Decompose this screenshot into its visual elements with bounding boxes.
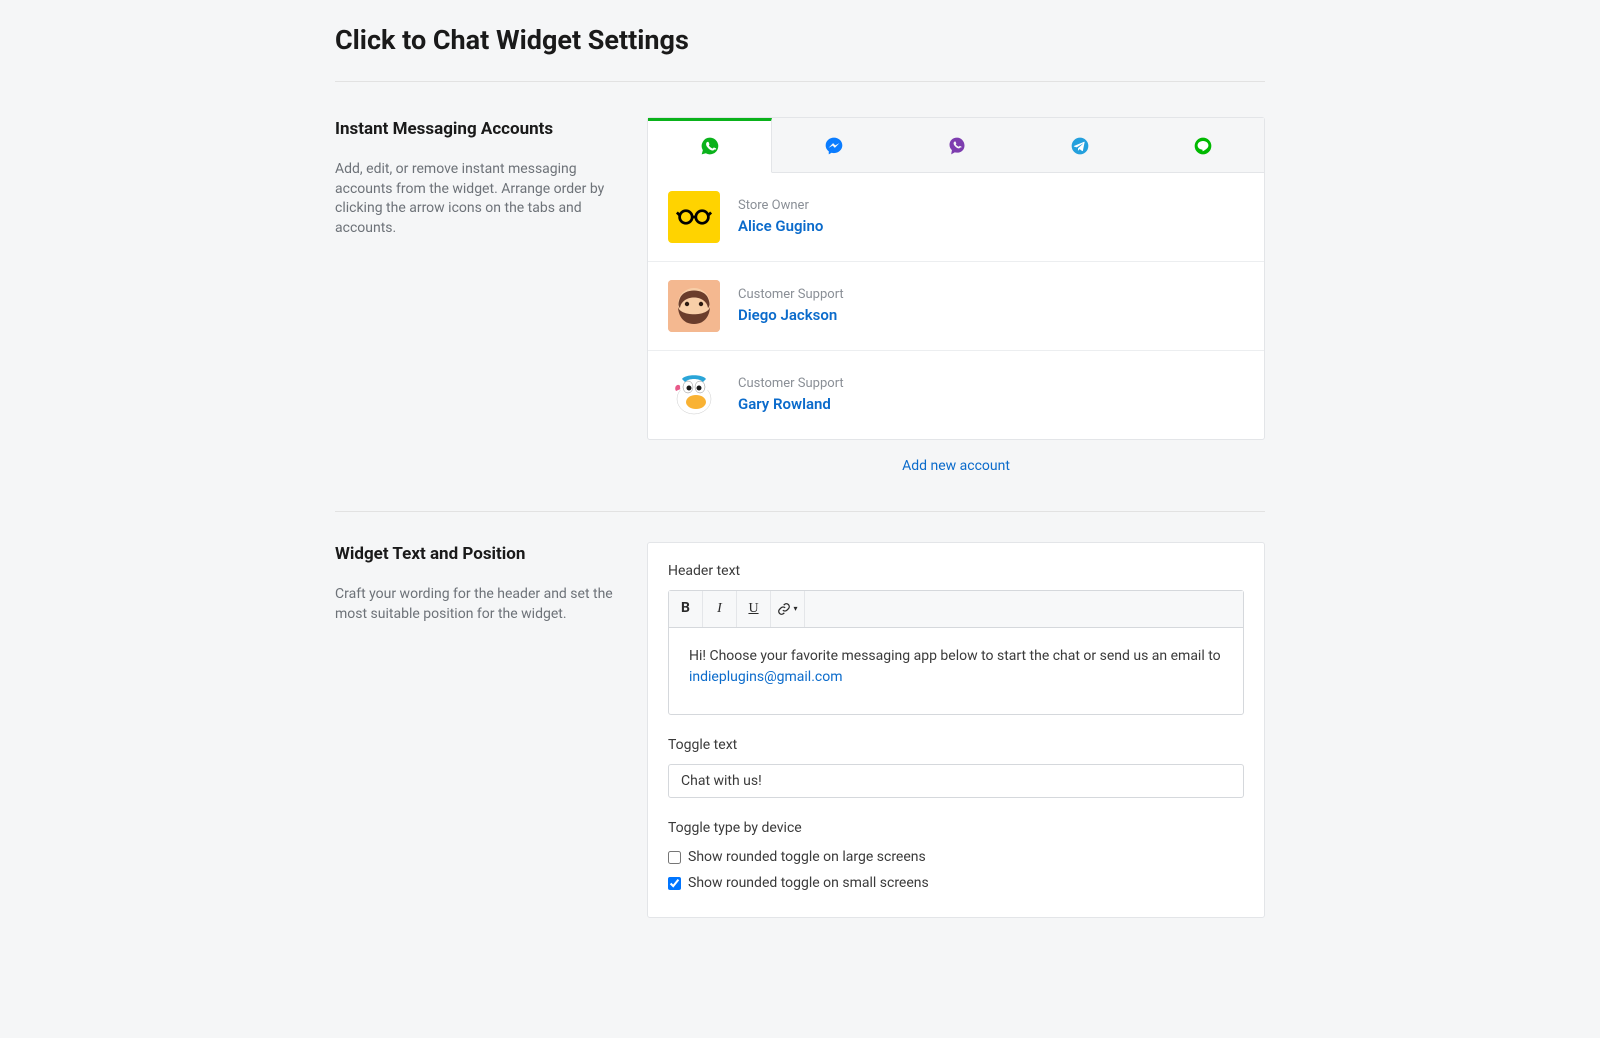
checkbox-small-row[interactable]: Show rounded toggle on small screens [668,873,1244,894]
account-role: Customer Support [738,374,844,394]
tab-viber[interactable] [895,118,1018,173]
toggle-text-label: Toggle text [668,735,1244,756]
toggle-type-label: Toggle type by device [668,818,1244,839]
whatsapp-icon [700,136,720,156]
avatar [668,369,720,421]
toggle-text-input[interactable] [668,764,1244,798]
link-icon [777,602,791,616]
widget-text-description: Craft your wording for the header and se… [335,585,615,624]
widget-text-heading: Widget Text and Position [335,542,615,568]
header-text-content[interactable]: Hi! Choose your favorite messaging app b… [669,628,1243,714]
checkbox-small-label: Show rounded toggle on small screens [688,873,929,894]
dropdown-caret-icon: ▾ [793,603,797,615]
channel-tabs [648,118,1264,173]
checkbox-small-screens[interactable] [668,877,681,890]
accounts-panel: Store Owner Alice Gugino [647,117,1265,440]
header-text-label: Header text [668,561,1244,582]
underline-button[interactable]: U [737,591,771,627]
messenger-icon [824,136,844,156]
account-name: Alice Gugino [738,215,823,238]
checkbox-large-row[interactable]: Show rounded toggle on large screens [668,847,1244,868]
accounts-description: Add, edit, or remove instant messaging a… [335,160,615,238]
account-row[interactable]: Store Owner Alice Gugino [648,173,1264,262]
account-row[interactable]: Customer Support Gary Rowland [648,351,1264,439]
account-role: Store Owner [738,196,823,216]
widget-text-panel: Header text B I U ▾ [647,542,1265,918]
bold-button[interactable]: B [669,591,703,627]
header-text-value: Hi! Choose your favorite messaging app b… [689,648,1221,664]
link-button[interactable]: ▾ [771,591,805,627]
add-account-link[interactable]: Add new account [647,440,1265,481]
section-accounts: Instant Messaging Accounts Add, edit, or… [335,117,1265,512]
section-widget-text: Widget Text and Position Craft your word… [335,542,1265,948]
checkbox-large-label: Show rounded toggle on large screens [688,847,926,868]
editor-toolbar: B I U ▾ [669,591,1243,628]
tab-telegram[interactable] [1018,118,1141,173]
tab-line[interactable] [1141,118,1264,173]
checkbox-large-screens[interactable] [668,851,681,864]
tab-messenger[interactable] [772,118,895,173]
tab-whatsapp[interactable] [648,118,772,173]
viber-icon [947,136,967,156]
avatar [668,191,720,243]
account-name: Gary Rowland [738,393,844,416]
account-row[interactable]: Customer Support Diego Jackson [648,262,1264,351]
line-icon [1193,136,1213,156]
header-text-email-link[interactable]: indieplugins@gmail.com [689,669,842,685]
italic-button[interactable]: I [703,591,737,627]
page-title: Click to Chat Widget Settings [335,20,1265,82]
header-text-editor: B I U ▾ Hi! Choose your favorite messagi… [668,590,1244,715]
account-name: Diego Jackson [738,304,844,327]
accounts-heading: Instant Messaging Accounts [335,117,615,143]
account-role: Customer Support [738,285,844,305]
avatar [668,280,720,332]
telegram-icon [1070,136,1090,156]
